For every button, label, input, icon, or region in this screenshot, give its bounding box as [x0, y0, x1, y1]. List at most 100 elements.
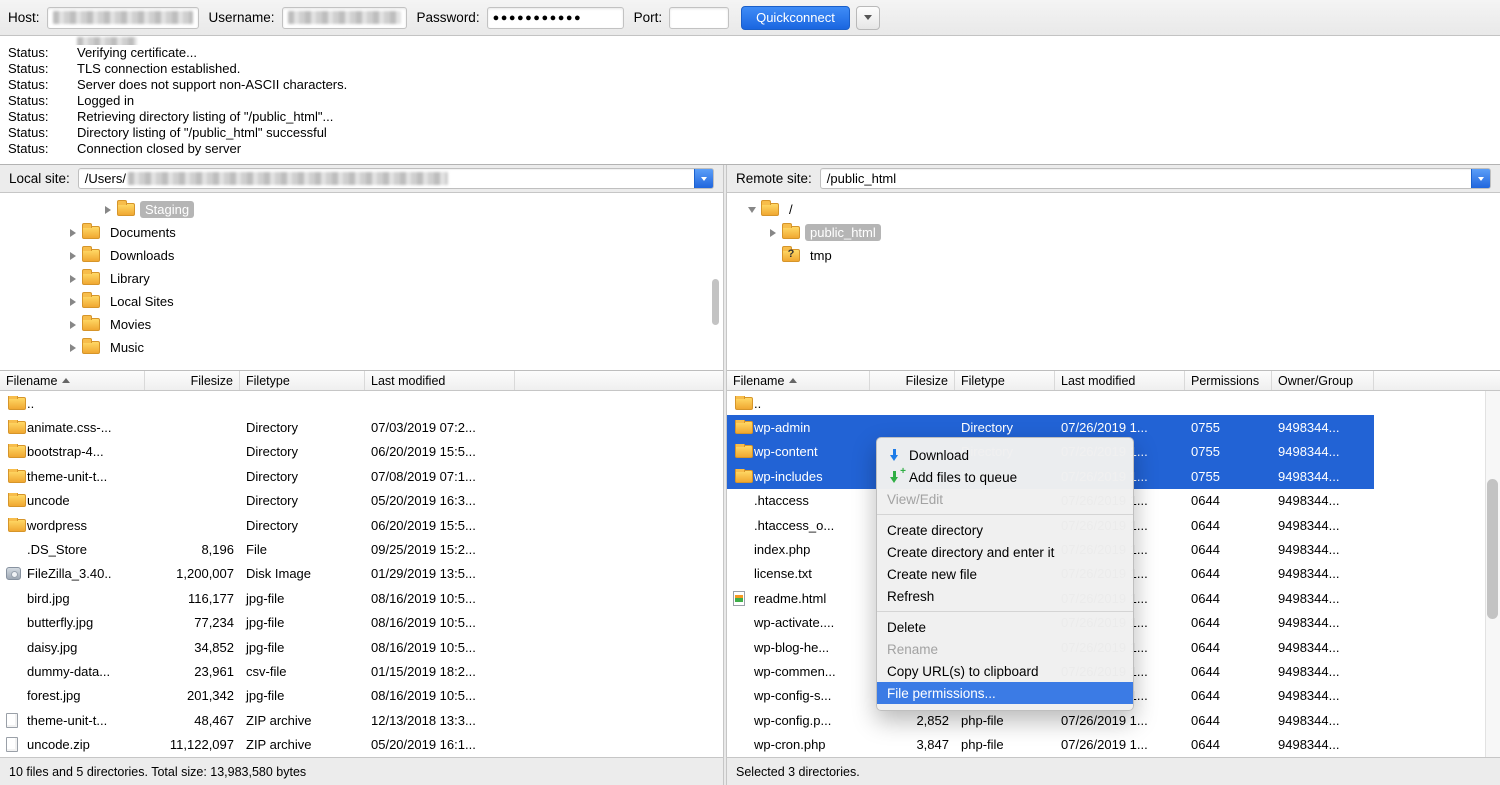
folder-icon — [82, 226, 100, 239]
column-header-last-modified[interactable]: Last modified — [1055, 371, 1185, 390]
expand-arrow-icon[interactable] — [101, 206, 115, 214]
column-header-filesize[interactable]: Filesize — [145, 371, 240, 390]
menu-item-create-new-file[interactable]: Create new file — [877, 563, 1133, 585]
cell-name: wp-config-s... — [727, 688, 870, 703]
username-label: Username: — [209, 10, 275, 25]
quickconnect-dropdown-button[interactable] — [856, 6, 880, 30]
host-input[interactable] — [47, 7, 199, 29]
cell-perm: 0644 — [1185, 640, 1272, 655]
file-row-uncode-zip[interactable]: uncode.zip11,122,097ZIP archive05/20/201… — [0, 732, 723, 756]
tree-item-staging[interactable]: Staging — [0, 198, 723, 221]
local-tree-scrollbar-thumb[interactable] — [712, 279, 719, 325]
tree-item-tmp[interactable]: ?tmp — [727, 244, 1500, 267]
file-row-filezilla-3-40[interactable]: FileZilla_3.40..1,200,007Disk Image01/29… — [0, 562, 723, 586]
expand-arrow-icon[interactable] — [66, 229, 80, 237]
cell-owner: 9498344... — [1272, 493, 1374, 508]
menu-item-label: Create directory and enter it — [887, 545, 1054, 560]
file-row-uncode[interactable]: uncodeDirectory05/20/2019 16:3... — [0, 489, 723, 513]
chevron-down-icon — [864, 15, 872, 20]
tree-item-public-html[interactable]: public_html — [727, 221, 1500, 244]
password-input[interactable]: ●●●●●●●●●●● — [487, 7, 624, 29]
cell-modified: 05/20/2019 16:3... — [365, 493, 515, 508]
menu-item-copy-url-s-to-clipboard[interactable]: Copy URL(s) to clipboard — [877, 660, 1133, 682]
expand-arrow-icon[interactable] — [66, 298, 80, 306]
column-header-filetype[interactable]: Filetype — [240, 371, 365, 390]
expand-arrow-icon[interactable] — [745, 207, 759, 213]
status-label: Status: — [8, 125, 77, 141]
cell-name: FileZilla_3.40.. — [0, 566, 145, 581]
username-input[interactable] — [282, 7, 407, 29]
file-row-wordpress[interactable]: wordpressDirectory06/20/2019 15:5... — [0, 513, 723, 537]
tree-item-parent-directory[interactable]: / — [727, 198, 1500, 221]
folder-icon — [782, 226, 800, 239]
file-row-animate-css[interactable]: animate.css-...Directory07/03/2019 07:2.… — [0, 415, 723, 439]
tree-item-documents[interactable]: Documents — [0, 221, 723, 244]
tree-item-library[interactable]: Library — [0, 267, 723, 290]
filename-text: wordpress — [27, 518, 87, 533]
menu-item-create-directory[interactable]: Create directory — [877, 519, 1133, 541]
chevron-down-icon — [701, 177, 707, 181]
file-row-dummy-data[interactable]: dummy-data...23,961csv-file01/15/2019 18… — [0, 659, 723, 683]
column-header-last-modified[interactable]: Last modified — [365, 371, 515, 390]
local-site-combobox[interactable]: /Users/ — [78, 168, 714, 189]
menu-item-file-permissions[interactable]: File permissions... — [877, 682, 1133, 704]
file-row-theme-unit-t[interactable]: theme-unit-t...48,467ZIP archive12/13/20… — [0, 708, 723, 732]
tree-item-label: Downloads — [105, 247, 179, 264]
menu-item-refresh[interactable]: Refresh — [877, 585, 1133, 607]
expand-arrow-icon[interactable] — [66, 321, 80, 329]
cell-modified: 08/16/2019 10:5... — [365, 688, 515, 703]
remote-site-combobox[interactable]: /public_html — [820, 168, 1491, 189]
file-row-theme-unit-t[interactable]: theme-unit-t...Directory07/08/2019 07:1.… — [0, 464, 723, 488]
expand-arrow-icon[interactable] — [66, 252, 80, 260]
tree-item-music[interactable]: Music — [0, 336, 723, 359]
cell-size: 2,852 — [870, 713, 955, 728]
file-row-bird-jpg[interactable]: bird.jpg116,177jpg-file08/16/2019 10:5..… — [0, 586, 723, 610]
cell-modified: 07/26/2019 1... — [1055, 713, 1185, 728]
menu-item-delete[interactable]: Delete — [877, 616, 1133, 638]
port-input[interactable] — [669, 7, 729, 29]
menu-item-label: Delete — [887, 620, 926, 635]
cell-owner: 9498344... — [1272, 713, 1374, 728]
file-row-butterfly-jpg[interactable]: butterfly.jpg77,234jpg-file08/16/2019 10… — [0, 611, 723, 635]
file-row-parent-directory[interactable]: .. — [0, 391, 723, 415]
port-label: Port: — [634, 10, 663, 25]
quickconnect-button[interactable]: Quickconnect — [741, 6, 850, 30]
file-row-parent-directory[interactable]: .. — [727, 391, 1500, 415]
column-header-permissions[interactable]: Permissions — [1185, 371, 1272, 390]
cell-type: jpg-file — [240, 615, 365, 630]
no-icon — [6, 647, 7, 648]
expand-arrow-icon[interactable] — [66, 344, 80, 352]
menu-item-add-files-to-queue[interactable]: +Add files to queue — [877, 466, 1133, 488]
tree-item-movies[interactable]: Movies — [0, 313, 723, 336]
column-header-filesize[interactable]: Filesize — [870, 371, 955, 390]
status-log-line: Status:Verifying certificate... — [8, 45, 1492, 61]
remote-list-scrollbar-track[interactable] — [1485, 391, 1500, 757]
expand-arrow-icon[interactable] — [66, 275, 80, 283]
file-row-bootstrap-4[interactable]: bootstrap-4...Directory06/20/2019 15:5..… — [0, 440, 723, 464]
local-site-dropdown-button[interactable] — [694, 168, 714, 189]
file-row-ds-store[interactable]: .DS_Store8,196File09/25/2019 15:2... — [0, 537, 723, 561]
column-header-filename[interactable]: Filename — [727, 371, 870, 390]
column-header-filename[interactable]: Filename — [0, 371, 145, 390]
remote-site-dropdown-button[interactable] — [1471, 168, 1491, 189]
file-row-daisy-jpg[interactable]: daisy.jpg34,852jpg-file08/16/2019 10:5..… — [0, 635, 723, 659]
column-header-owner-group[interactable]: Owner/Group — [1272, 371, 1374, 390]
tree-item-downloads[interactable]: Downloads — [0, 244, 723, 267]
file-row-forest-jpg[interactable]: forest.jpg201,342jpg-file08/16/2019 10:5… — [0, 684, 723, 708]
file-row-wp-config-p[interactable]: wp-config.p...2,852php-file07/26/2019 1.… — [727, 708, 1500, 732]
remote-list-scrollbar-thumb[interactable] — [1487, 479, 1498, 619]
tree-item-local-sites[interactable]: Local Sites — [0, 290, 723, 313]
cell-perm: 0644 — [1185, 737, 1272, 752]
file-row-wp-cron-php[interactable]: wp-cron.php3,847php-file07/26/2019 1...0… — [727, 732, 1500, 756]
cell-perm: 0644 — [1185, 542, 1272, 557]
filename-text: dummy-data... — [27, 664, 110, 679]
menu-item-view-edit: View/Edit — [877, 488, 1133, 510]
column-header-filetype[interactable]: Filetype — [955, 371, 1055, 390]
status-label: Status: — [8, 141, 77, 157]
column-header-label: Last modified — [1061, 374, 1135, 388]
menu-item-download[interactable]: Download — [877, 444, 1133, 466]
expand-arrow-icon[interactable] — [766, 229, 780, 237]
cell-owner: 9498344... — [1272, 640, 1374, 655]
menu-item-create-directory-and-enter-it[interactable]: Create directory and enter it — [877, 541, 1133, 563]
status-log-line: Status:Logged in — [8, 93, 1492, 109]
